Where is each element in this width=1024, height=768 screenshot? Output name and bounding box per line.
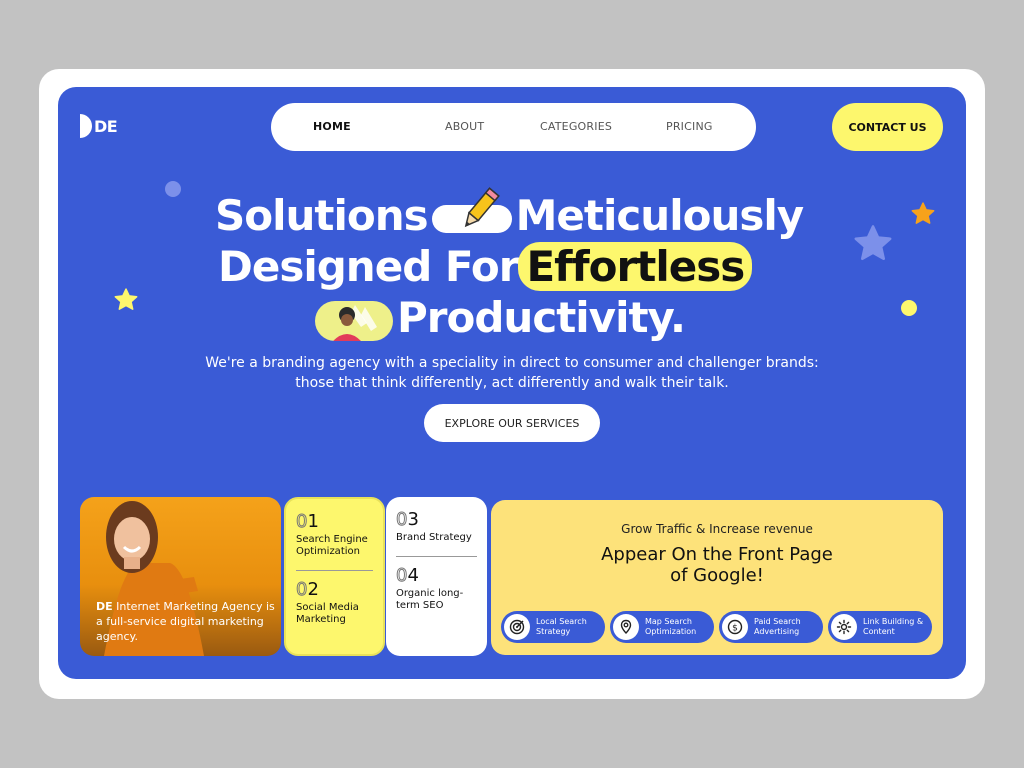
agency-description: DE Internet Marketing Agency is a full-s… [96,599,276,644]
service-label-social[interactable]: Social Media Marketing [296,602,373,626]
target-icon [504,614,530,640]
main-nav: HOME ABOUT CATEGORIES PRICING [271,103,756,151]
chip-link-building[interactable]: Link Building & Content [828,611,932,643]
seo-kicker: Grow Traffic & Increase revenue [621,522,813,536]
nav-about[interactable]: ABOUT [445,103,484,151]
nav-categories[interactable]: CATEGORIES [540,103,612,151]
logo[interactable]: DE [80,114,118,138]
headline-word-productivity: Productivity. [397,293,686,342]
contact-button[interactable]: CONTACT US [832,103,943,151]
service-number: 03 [395,509,419,531]
headline-highlight-effortless: Effortless [518,242,753,291]
headline-line-2: Designed For Effortless [58,242,966,291]
agency-description-text: Internet Marketing Agency is a full-serv… [96,600,275,643]
headline-line-1: Solutions Meticulously [58,186,966,240]
svg-text:$: $ [732,624,738,634]
chip-label: Paid Search Advertising [754,617,801,636]
pencil-pill [431,186,512,233]
person-avatar [333,304,377,341]
pencil-icon [464,186,500,227]
person-avatar-pill [315,300,393,341]
hero-section: DE HOME ABOUT CATEGORIES PRICING CONTACT… [58,87,966,679]
divider [296,570,373,571]
nav-pricing[interactable]: PRICING [666,103,713,151]
explore-services-button[interactable]: EXPLORE OUR SERVICES [424,404,600,442]
chip-label: Link Building & Content [863,617,924,636]
chip-paid-search[interactable]: $ Paid Search Advertising [719,611,823,643]
seo-title: Appear On the Front Page of Google! [601,544,833,586]
chip-local-search[interactable]: Local Search Strategy [501,611,605,643]
service-number: 04 [395,565,419,587]
service-label-seo[interactable]: Search Engine Optimization [296,534,373,558]
chip-map-search[interactable]: Map Search Optimization [610,611,714,643]
services-card-yellow: 01 Search Engine Optimization 02 Social … [284,497,385,656]
logo-mark-icon [80,114,92,138]
chip-label: Local Search Strategy [536,617,587,636]
service-label-organic[interactable]: Organic long-term SEO [396,588,477,612]
headline-word-solutions: Solutions [215,191,429,240]
service-number: 02 [295,579,319,601]
seo-panel: Grow Traffic & Increase revenue Appear O… [491,500,943,655]
gear-icon [831,614,857,640]
service-number: 01 [295,511,319,533]
agency-photo-card: DE Internet Marketing Agency is a full-s… [80,497,281,656]
nav-home[interactable]: HOME [313,103,351,151]
headline-word-meticulously: Meticulously [515,191,804,240]
services-card-white: 03 Brand Strategy 04 Organic long-term S… [386,497,487,656]
dollar-icon: $ [722,614,748,640]
logo-text: DE [94,116,118,136]
chip-label: Map Search Optimization [645,617,697,636]
hero-subtitle: We're a branding agency with a specialit… [205,355,819,391]
map-pin-icon [613,614,639,640]
service-label-brand[interactable]: Brand Strategy [396,532,477,544]
headline-word-designed-for: Designed For [218,242,519,291]
agency-brand: DE [96,600,113,613]
headline-line-3: Productivity. [58,293,966,342]
divider [396,556,477,557]
